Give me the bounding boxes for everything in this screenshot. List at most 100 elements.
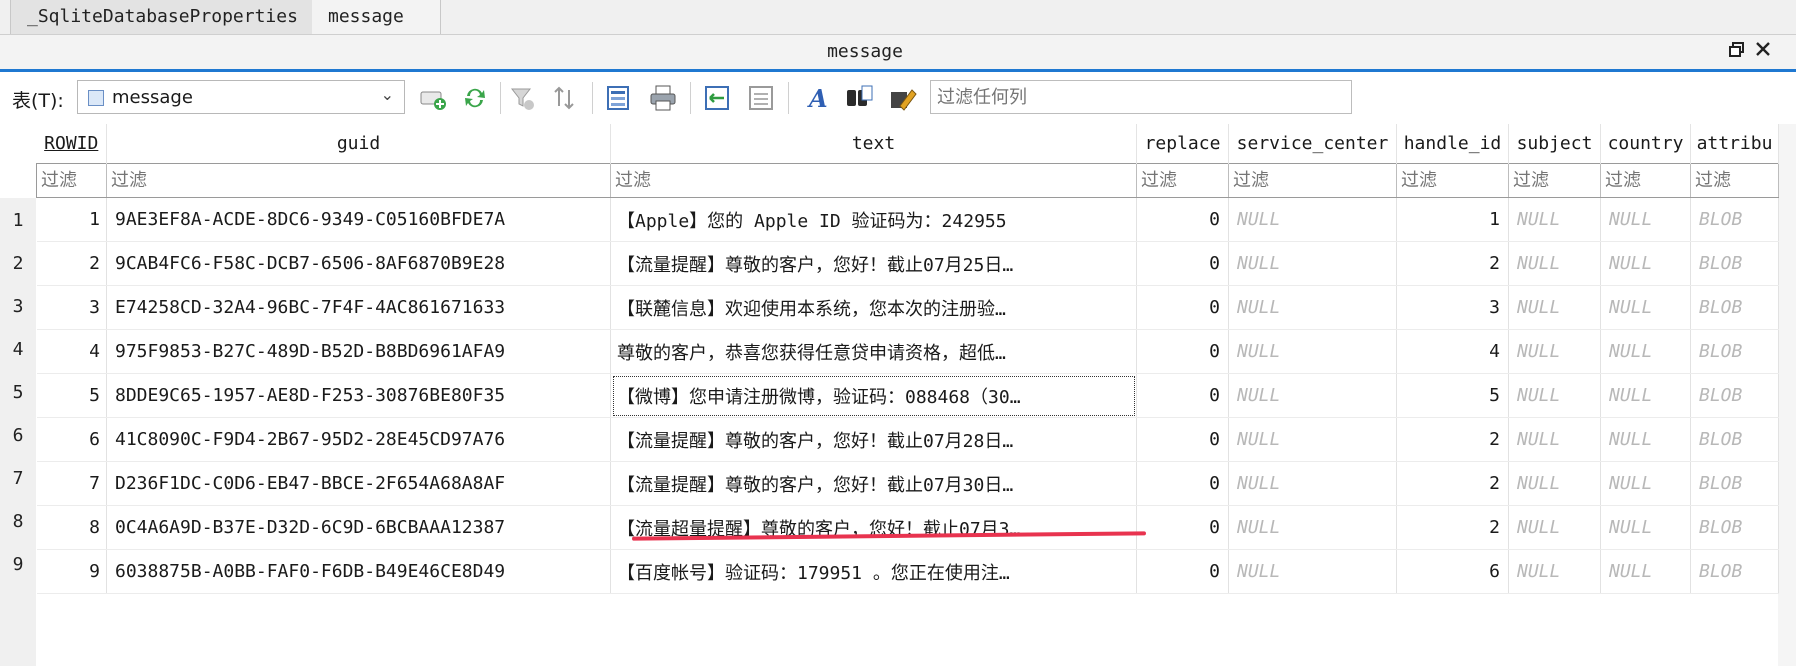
cell-subject[interactable]: NULL [1508, 241, 1601, 286]
cell-handle-id[interactable]: 2 [1396, 505, 1509, 550]
filter-input-country[interactable] [1601, 164, 1690, 197]
cell-rowid[interactable]: 8 [36, 505, 107, 550]
cell-handle-id[interactable]: 2 [1396, 417, 1509, 462]
cell-text[interactable]: 【百度帐号】验证码：179951 。您正在使用注… [610, 549, 1137, 594]
cell-handle-id[interactable]: 5 [1396, 373, 1509, 418]
export-icon[interactable] [700, 81, 734, 115]
cell-country[interactable]: NULL [1600, 241, 1691, 286]
row-number[interactable]: 8 [0, 511, 36, 532]
cell-subject[interactable]: NULL [1508, 373, 1601, 418]
filter-all-columns-input[interactable] [930, 80, 1352, 114]
cell-text[interactable]: 【流量提醒】尊敬的客户，您好！截止07月30日… [610, 461, 1137, 506]
cell-subject[interactable]: NULL [1508, 197, 1601, 242]
cell-attributed[interactable]: BLOB [1690, 329, 1779, 374]
cell-attributed[interactable]: BLOB [1690, 241, 1779, 286]
save-table-icon[interactable] [602, 81, 636, 115]
table-row[interactable]: 5 8DDE9C65-1957-AE8D-F253-30876BE80F35 【微博… [36, 373, 1779, 418]
cell-attributed[interactable]: BLOB [1690, 505, 1779, 550]
filter-input-text[interactable] [611, 164, 1136, 197]
table-select[interactable]: message ⌄ [77, 80, 405, 114]
filter-input-guid[interactable] [107, 164, 610, 197]
filter-input-service-center[interactable] [1229, 164, 1396, 197]
cell-guid[interactable]: E74258CD-32A4-96BC-7F4F-4AC861671633 [106, 285, 611, 330]
cell-rowid[interactable]: 3 [36, 285, 107, 330]
column-header-attributed[interactable]: attribu [1690, 124, 1779, 164]
table-row[interactable]: 7 D236F1DC-C0D6-EB47-BBCE-2F654A68A8AF 【流量… [36, 461, 1779, 506]
row-number[interactable]: 7 [0, 468, 36, 489]
column-header-rowid[interactable]: ROWID [36, 124, 107, 164]
cell-subject[interactable]: NULL [1508, 549, 1601, 594]
find-icon[interactable] [842, 81, 876, 115]
cell-rowid[interactable]: 7 [36, 461, 107, 506]
cell-subject[interactable]: NULL [1508, 505, 1601, 550]
row-number[interactable]: 5 [0, 382, 36, 403]
cell-text[interactable]: 【联麓信息】欢迎使用本系统，您本次的注册验… [610, 285, 1137, 330]
cell-text[interactable]: 【流量提醒】尊敬的客户，您好！截止07月28日… [610, 417, 1137, 462]
cell-rowid[interactable]: 5 [36, 373, 107, 418]
column-header-service-center[interactable]: service_center [1228, 124, 1397, 164]
cell-replace[interactable]: 0 [1136, 417, 1229, 462]
cell-text[interactable]: 【流量超量提醒】尊敬的客户，您好！截止07月3… [610, 505, 1137, 550]
tab-message[interactable]: message [312, 0, 441, 34]
table-row[interactable]: 2 9CAB4FC6-F58C-DCB7-6506-8AF6870B9E28 【流量… [36, 241, 1779, 286]
restore-window-icon[interactable] [1726, 41, 1748, 63]
cell-service-center[interactable]: NULL [1228, 505, 1397, 550]
font-icon[interactable]: A [800, 81, 834, 115]
cell-attributed[interactable]: BLOB [1690, 549, 1779, 594]
cell-country[interactable]: NULL [1600, 197, 1691, 242]
table-row[interactable]: 6 41C8090C-F9D4-2B67-95D2-28E45CD97A76 【流量… [36, 417, 1779, 462]
cell-country[interactable]: NULL [1600, 461, 1691, 506]
tab-sqlite-database-properties[interactable]: _SqliteDatabaseProperties [10, 0, 322, 34]
table-row[interactable]: 8 0C4A6A9D-B37E-D32D-6C9D-6BCBAAA12387 【流量… [36, 505, 1779, 550]
cell-subject[interactable]: NULL [1508, 461, 1601, 506]
row-number[interactable]: 2 [0, 253, 36, 274]
cell-guid[interactable]: 6038875B-A0BB-FAF0-F6DB-B49E46CE8D49 [106, 549, 611, 594]
column-header-guid[interactable]: guid [106, 124, 611, 164]
row-number[interactable]: 1 [0, 210, 36, 231]
cell-attributed[interactable]: BLOB [1690, 197, 1779, 242]
cell-rowid[interactable]: 1 [36, 197, 107, 242]
row-number[interactable]: 9 [0, 554, 36, 575]
cell-country[interactable]: NULL [1600, 329, 1691, 374]
cell-replace[interactable]: 0 [1136, 549, 1229, 594]
cell-handle-id[interactable]: 3 [1396, 285, 1509, 330]
cell-handle-id[interactable]: 4 [1396, 329, 1509, 374]
cell-service-center[interactable]: NULL [1228, 417, 1397, 462]
cell-text[interactable]: 【Apple】您的 Apple ID 验证码为：242955 [610, 197, 1137, 242]
filter-input-attributed[interactable] [1691, 164, 1778, 197]
cell-guid[interactable]: D236F1DC-C0D6-EB47-BBCE-2F654A68A8AF [106, 461, 611, 506]
cell-guid[interactable]: 9CAB4FC6-F58C-DCB7-6506-8AF6870B9E28 [106, 241, 611, 286]
cell-guid[interactable]: 0C4A6A9D-B37E-D32D-6C9D-6BCBAAA12387 [106, 505, 611, 550]
cell-text[interactable]: 【微博】您申请注册微博，验证码：088468（30… [610, 373, 1137, 418]
cell-country[interactable]: NULL [1600, 285, 1691, 330]
cell-rowid[interactable]: 2 [36, 241, 107, 286]
cell-guid[interactable]: 9AE3EF8A-ACDE-8DC6-9349-C05160BFDE7A [106, 197, 611, 242]
cell-attributed[interactable]: BLOB [1690, 417, 1779, 462]
table-row[interactable]: 9 6038875B-A0BB-FAF0-F6DB-B49E46CE8D49 【百度… [36, 549, 1779, 594]
cell-attributed[interactable]: BLOB [1690, 285, 1779, 330]
edit-icon[interactable] [886, 81, 920, 115]
cell-rowid[interactable]: 4 [36, 329, 107, 374]
table-row[interactable]: 3 E74258CD-32A4-96BC-7F4F-4AC861671633 【联麓… [36, 285, 1779, 330]
filter-input-rowid[interactable] [37, 164, 106, 197]
column-header-handle-id[interactable]: handle_id [1396, 124, 1509, 164]
cell-service-center[interactable]: NULL [1228, 373, 1397, 418]
cell-country[interactable]: NULL [1600, 549, 1691, 594]
row-number[interactable]: 4 [0, 339, 36, 360]
cell-service-center[interactable]: NULL [1228, 329, 1397, 374]
cell-subject[interactable]: NULL [1508, 329, 1601, 374]
add-record-icon[interactable] [416, 81, 450, 115]
cell-guid[interactable]: 8DDE9C65-1957-AE8D-F253-30876BE80F35 [106, 373, 611, 418]
cell-handle-id[interactable]: 6 [1396, 549, 1509, 594]
cell-replace[interactable]: 0 [1136, 197, 1229, 242]
cell-attributed[interactable]: BLOB [1690, 373, 1779, 418]
row-number[interactable]: 6 [0, 425, 36, 446]
cell-replace[interactable]: 0 [1136, 241, 1229, 286]
table-row[interactable]: 1 9AE3EF8A-ACDE-8DC6-9349-C05160BFDE7A 【Ap… [36, 197, 1779, 242]
cell-handle-id[interactable]: 2 [1396, 241, 1509, 286]
sort-icon[interactable] [548, 81, 582, 115]
cell-country[interactable]: NULL [1600, 505, 1691, 550]
cell-replace[interactable]: 0 [1136, 373, 1229, 418]
cell-handle-id[interactable]: 2 [1396, 461, 1509, 506]
cell-guid[interactable]: 41C8090C-F9D4-2B67-95D2-28E45CD97A76 [106, 417, 611, 462]
